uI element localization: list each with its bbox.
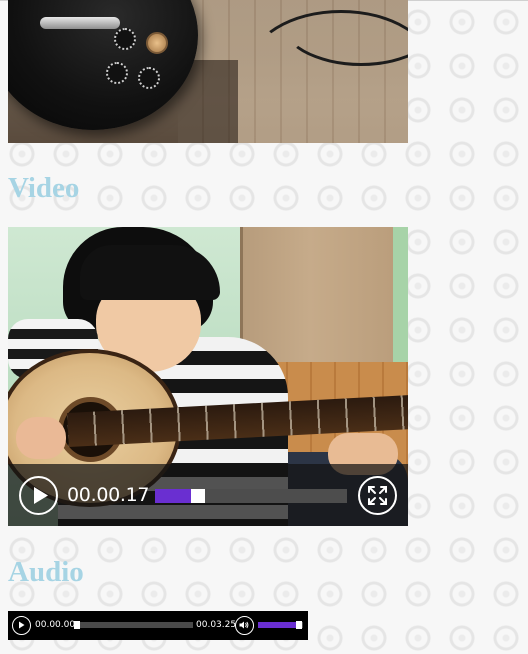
photo-guitar-bridge: [40, 17, 120, 29]
audio-heading: Audio: [8, 556, 84, 588]
audio-volume-slider[interactable]: [258, 621, 303, 629]
video-fullscreen-button[interactable]: [358, 476, 397, 515]
video-heading: Video: [8, 172, 80, 204]
video-progress-fill: [155, 489, 191, 503]
fullscreen-icon: [368, 486, 387, 505]
audio-volume-button[interactable]: [235, 616, 254, 635]
audio-volume-thumb[interactable]: [296, 621, 302, 629]
video-progress-thumb[interactable]: [191, 489, 205, 503]
photo-guitar-knob: [114, 28, 136, 50]
volume-icon: [239, 621, 249, 629]
video-current-time: 00.00.17: [67, 484, 150, 506]
video-progress-bar[interactable]: [155, 489, 347, 503]
photo-guitar-knob: [138, 67, 160, 89]
photo-guitar-knob: [146, 32, 168, 54]
photo-guitar-knob: [106, 62, 128, 84]
guitar-photo: [8, 0, 408, 143]
audio-play-button[interactable]: [12, 616, 31, 635]
video-scene-door-frame: [393, 227, 408, 377]
video-player[interactable]: 00.00.17: [8, 227, 408, 526]
audio-volume-fill: [258, 622, 296, 628]
audio-player: 00.00.00 00.03.25: [8, 611, 308, 640]
video-controls: 00.00.17: [8, 464, 408, 526]
audio-progress-thumb[interactable]: [74, 621, 80, 629]
video-scene-hand: [16, 417, 66, 459]
video-scene-fringe: [80, 245, 220, 300]
audio-progress-bar[interactable]: [74, 621, 193, 629]
audio-duration: 00.03.25: [196, 620, 237, 630]
play-icon: [19, 621, 25, 629]
audio-current-time: 00.00.00: [35, 620, 76, 630]
video-play-button[interactable]: [19, 476, 58, 515]
play-icon: [34, 487, 48, 504]
